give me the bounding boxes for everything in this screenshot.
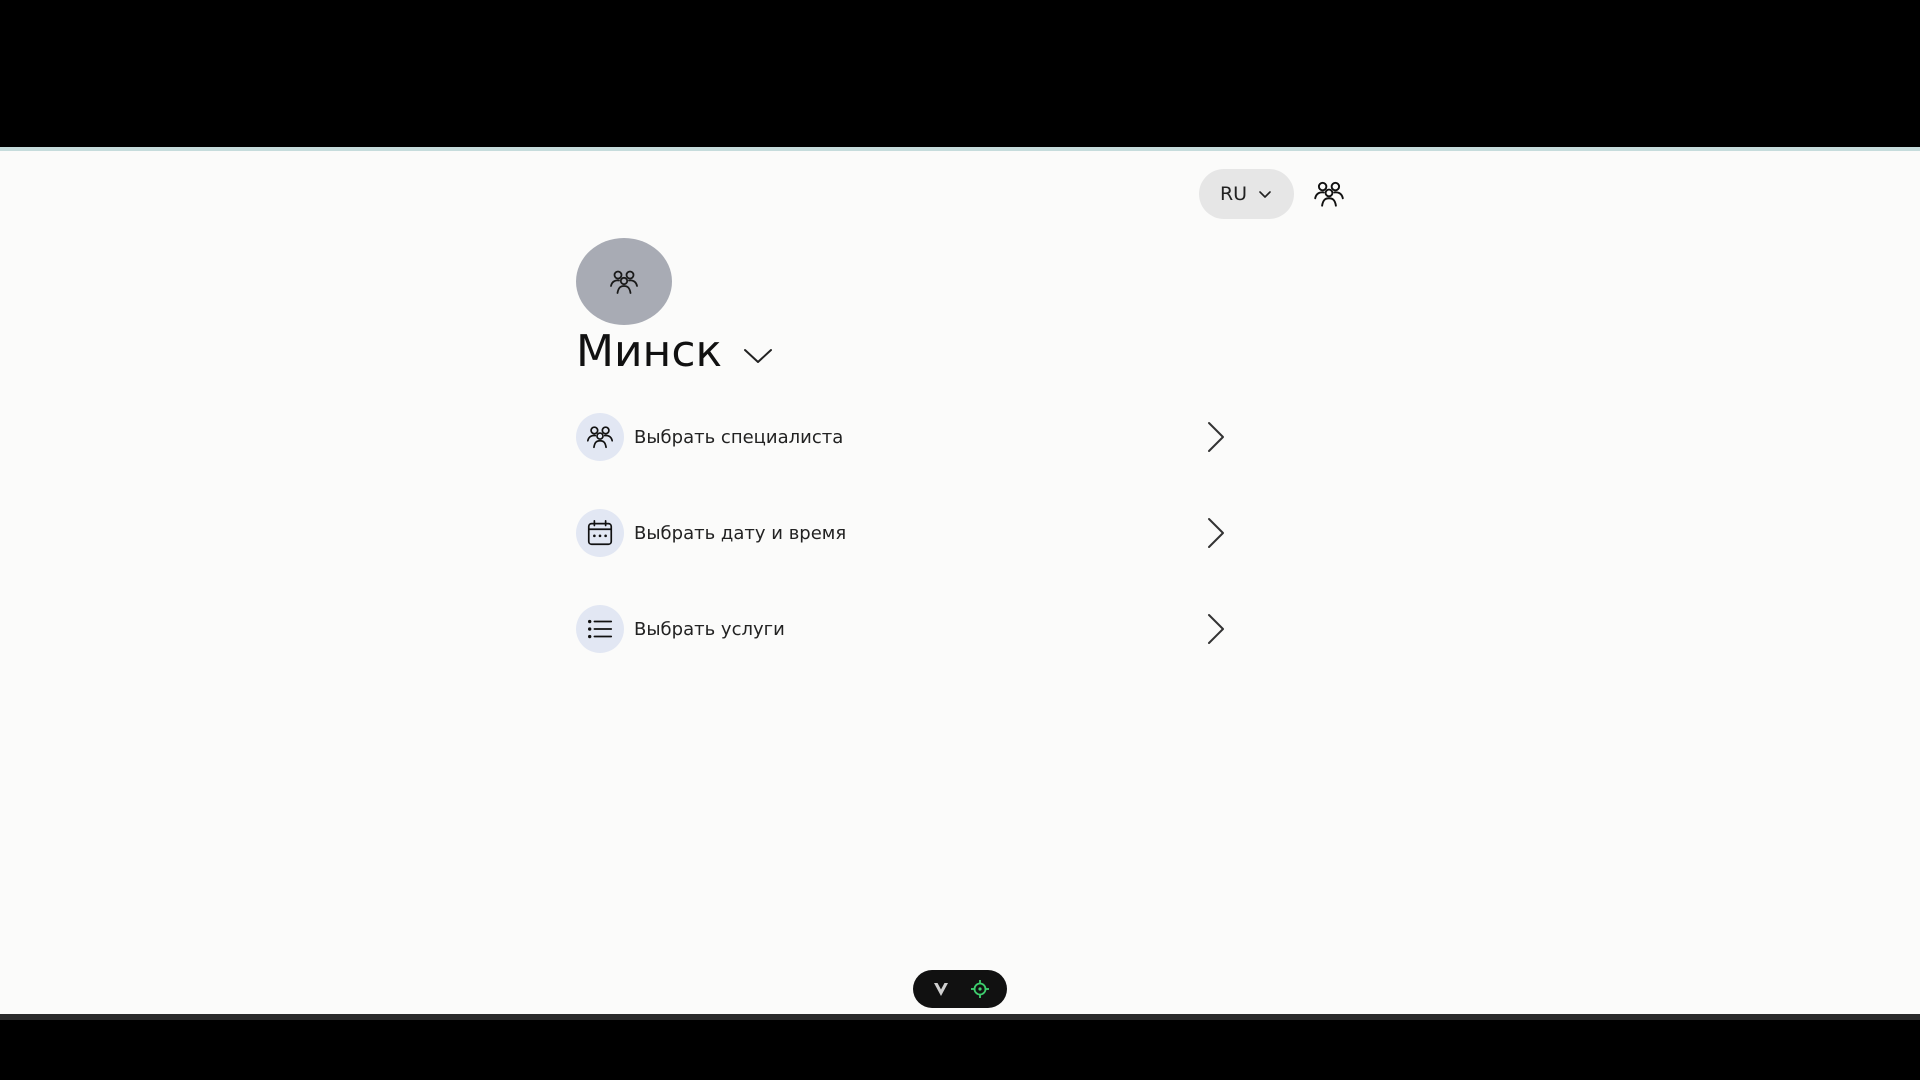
row-icon-container	[576, 509, 624, 557]
language-label: RU	[1219, 183, 1248, 205]
select-specialist-row[interactable]: Выбрать специалиста	[576, 412, 1246, 462]
floating-toolbar	[913, 970, 1007, 1008]
row-icon-container	[576, 605, 624, 653]
letterbox-top	[0, 0, 1920, 147]
row-label: Выбрать специалиста	[634, 426, 844, 448]
city-select[interactable]: Минск	[576, 326, 774, 377]
app-screen	[0, 147, 1920, 1020]
target-button[interactable]	[970, 979, 990, 999]
row-label: Выбрать услуги	[634, 618, 785, 640]
chevron-down-icon	[744, 348, 773, 363]
target-icon	[970, 980, 989, 998]
chevron-right-icon	[1208, 614, 1224, 644]
branch-avatar	[576, 238, 672, 325]
chevron-right-icon	[1208, 518, 1224, 548]
calendar-icon	[587, 519, 613, 546]
city-name: Минск	[576, 326, 723, 377]
people-icon	[610, 270, 638, 294]
list-icon	[588, 619, 613, 639]
row-label: Выбрать дату и время	[634, 522, 847, 544]
people-icon	[586, 426, 614, 449]
select-services-row[interactable]: Выбрать услуги	[576, 604, 1246, 654]
select-datetime-row[interactable]: Выбрать дату и время	[576, 508, 1246, 558]
v-logo-button[interactable]	[931, 979, 951, 999]
people-icon	[1314, 181, 1344, 207]
chevron-down-icon	[1259, 191, 1271, 198]
row-icon-container	[576, 413, 624, 461]
chevron-right-icon	[1208, 422, 1224, 452]
language-select[interactable]: RU	[1199, 169, 1294, 219]
v-logo-icon	[933, 983, 948, 996]
team-button[interactable]	[1312, 177, 1346, 211]
letterbox-bottom	[0, 1020, 1920, 1080]
